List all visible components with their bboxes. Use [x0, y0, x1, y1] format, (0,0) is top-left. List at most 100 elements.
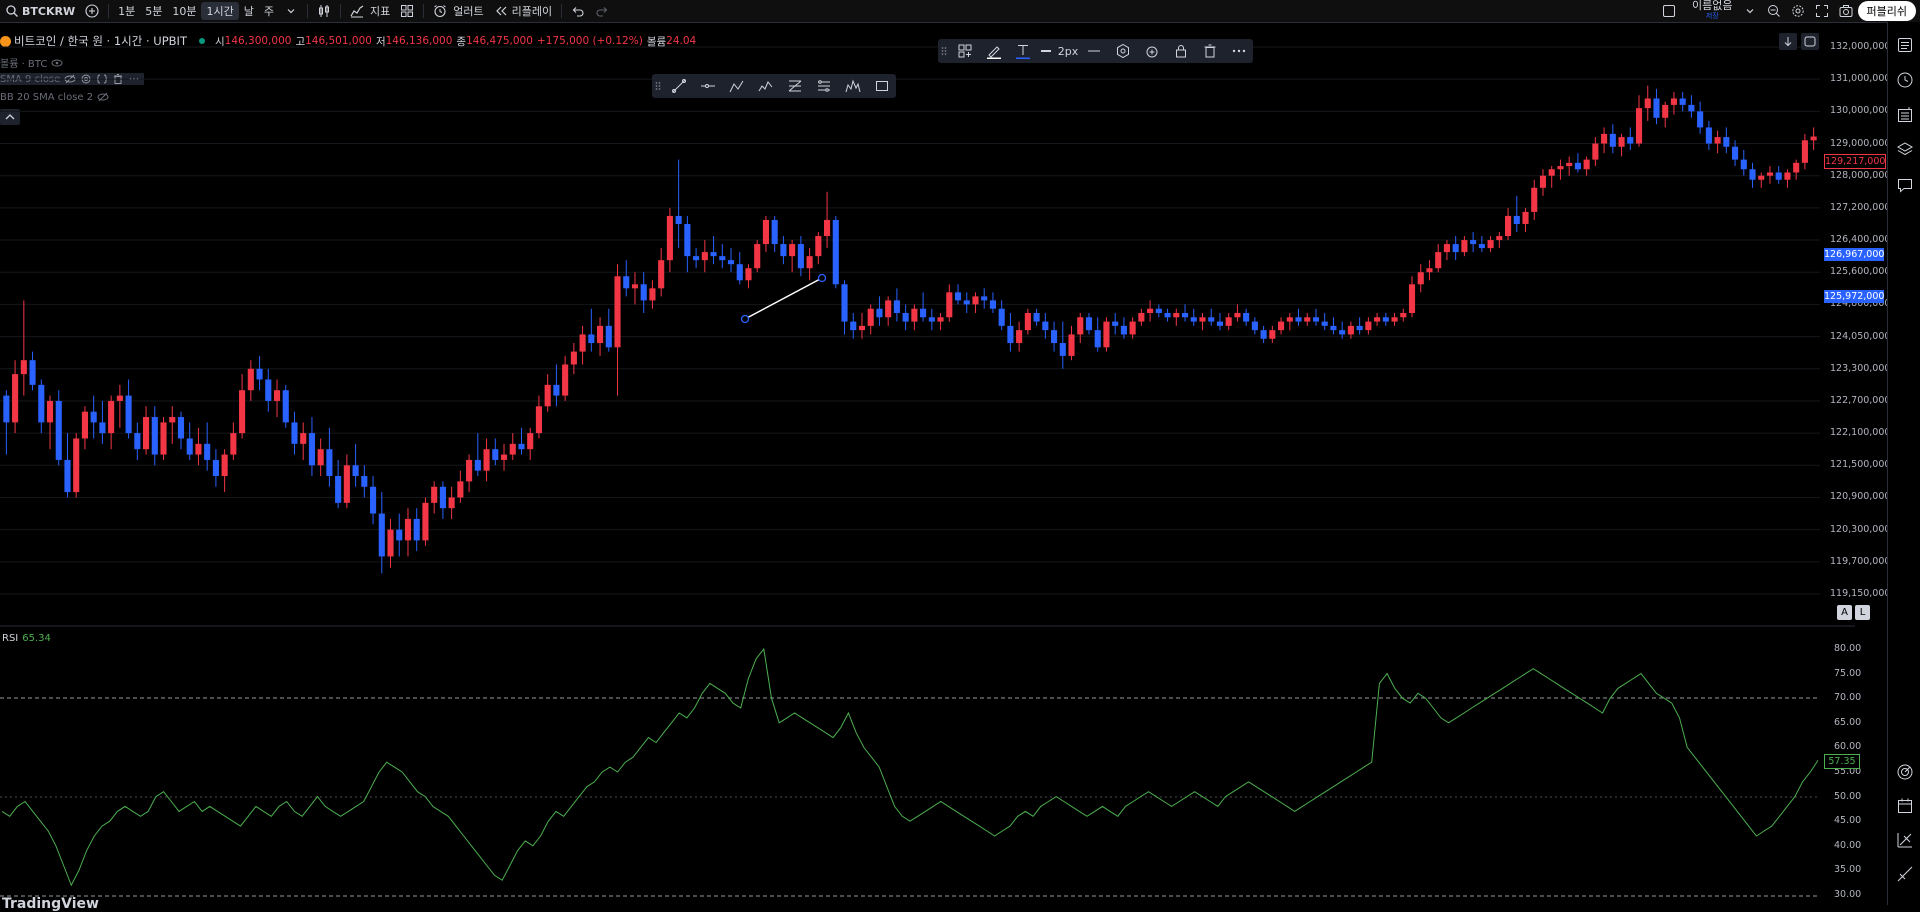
line-style-bar: 2px [938, 39, 1253, 63]
layout-name-label: 이름없음 [1692, 0, 1733, 12]
rectangle-tool[interactable] [867, 74, 896, 98]
candle-body [38, 384, 45, 423]
layout-checkbox[interactable] [1657, 0, 1681, 22]
pattern-tool[interactable] [838, 74, 867, 98]
alerts-button[interactable] [1896, 71, 1914, 89]
delete-button[interactable] [1195, 39, 1224, 63]
chart-type-button[interactable] [312, 0, 336, 22]
horizontal-ray-tool[interactable] [693, 74, 722, 98]
scroll-down-button[interactable] [1779, 33, 1797, 50]
top-right-controls: 이름없음 저장 퍼블리쉬 [1657, 0, 1920, 22]
interval-5m[interactable]: 5분 [140, 0, 167, 22]
rsi-tick-label: 75.00 [1834, 667, 1862, 679]
price-tick-label: 129,000,000 [1830, 137, 1891, 149]
publish-button[interactable]: 퍼블리쉬 [1857, 1, 1916, 21]
last-price-tag: 129,217,000 [1824, 154, 1886, 169]
layout-dropdown[interactable] [1738, 0, 1762, 22]
abcd-pattern-icon [729, 80, 743, 93]
candle-body [675, 215, 682, 224]
interval-dropdown[interactable] [279, 0, 303, 22]
candle-body [1251, 321, 1258, 331]
watchlist-button[interactable] [1896, 36, 1914, 54]
marker-price-tag-2: 125,972,000 [1824, 290, 1885, 303]
settings-button[interactable] [1108, 39, 1137, 63]
price-chart[interactable] [0, 22, 1888, 905]
redo-button[interactable] [590, 0, 614, 22]
ideas-button[interactable] [1896, 831, 1914, 849]
data-window-button[interactable] [1896, 106, 1914, 124]
candle-body [1173, 312, 1180, 318]
chat-button[interactable] [1896, 176, 1914, 194]
fullscreen-button[interactable] [1810, 0, 1834, 22]
trend-line-handle[interactable] [817, 273, 827, 283]
candle-body [1042, 321, 1049, 331]
text-color-button[interactable] [1008, 39, 1037, 63]
add-alert-button[interactable] [1137, 39, 1166, 63]
interval-week[interactable]: 주 [259, 0, 279, 22]
candle-body [151, 417, 158, 455]
compare-button[interactable] [80, 0, 104, 22]
candles-icon [317, 4, 331, 18]
replay-button[interactable]: 리플레이 [489, 0, 557, 22]
candle-body [1129, 321, 1136, 335]
indicators-button[interactable]: 지표 [345, 0, 395, 22]
calendar-icon [1898, 798, 1912, 813]
calendar-button[interactable] [1896, 797, 1914, 815]
candle-body [893, 300, 900, 313]
candle-body [841, 284, 848, 322]
template-button[interactable] [950, 39, 979, 63]
interval-day[interactable]: 날 [239, 0, 259, 22]
tradingview-logo: TradingView [2, 896, 99, 912]
candle-body [684, 223, 691, 257]
price-tick-label: 122,700,000 [1830, 394, 1891, 406]
drag-handle[interactable] [938, 39, 950, 63]
sync-button[interactable] [1801, 33, 1819, 50]
candle-body [1033, 312, 1040, 322]
trend-line-tool[interactable] [664, 74, 693, 98]
candle-body [727, 260, 735, 265]
line-color-button[interactable] [979, 39, 1008, 63]
auto-scale-button[interactable]: A [1837, 605, 1852, 620]
rsi-legend[interactable]: RSI 65.34 [2, 633, 51, 644]
square-icon [1662, 4, 1676, 18]
candle-body [797, 244, 804, 269]
candle-body [1592, 143, 1599, 160]
candle-body [1740, 159, 1747, 170]
streams-button[interactable] [1896, 865, 1914, 883]
rsi-tick-label: 40.00 [1834, 839, 1862, 851]
candle-body [998, 308, 1005, 326]
price-tick-label: 128,000,000 [1830, 169, 1891, 181]
symbol-search[interactable]: BTCKRW [0, 0, 80, 22]
camera-icon [1839, 4, 1853, 18]
log-scale-button[interactable]: L [1855, 605, 1870, 620]
elliott-wave-tool[interactable] [751, 74, 780, 98]
line-width-button[interactable]: 2px [1037, 39, 1079, 63]
line-style-button[interactable] [1079, 39, 1108, 63]
abcd-pattern-tool[interactable] [722, 74, 751, 98]
layers-button[interactable] [1896, 141, 1914, 159]
interval-1h[interactable]: 1시간 [201, 2, 239, 20]
trend-line-handle[interactable] [740, 314, 750, 324]
lock-button[interactable] [1166, 39, 1195, 63]
undo-button[interactable] [566, 0, 590, 22]
settings-button[interactable] [1786, 0, 1810, 22]
interval-10m[interactable]: 10분 [167, 0, 201, 22]
pitchfork-tool[interactable] [809, 74, 838, 98]
candle-body [928, 317, 935, 322]
interval-1m[interactable]: 1분 [113, 0, 140, 22]
alert-button[interactable]: 얼러트 [428, 0, 488, 22]
redo-icon [595, 4, 609, 18]
candle-body [1461, 240, 1468, 253]
target-button[interactable] [1896, 763, 1914, 781]
trend-line[interactable] [744, 277, 823, 320]
quick-search-button[interactable] [1762, 0, 1786, 22]
fib-retracement-tool[interactable] [780, 74, 809, 98]
candle-body [1478, 244, 1485, 249]
snapshot-button[interactable] [1834, 0, 1858, 22]
more-button[interactable] [1224, 39, 1253, 63]
candle-body [1164, 312, 1171, 318]
templates-button[interactable] [395, 0, 419, 22]
drag-handle[interactable] [652, 74, 664, 98]
layout-name[interactable]: 이름없음 저장 [1687, 0, 1737, 22]
candle-body [597, 325, 604, 344]
